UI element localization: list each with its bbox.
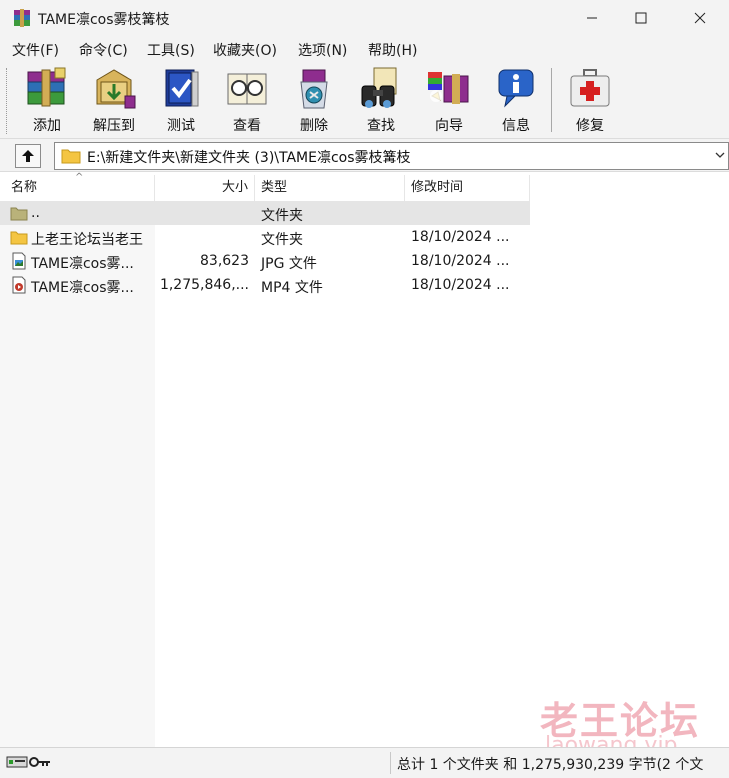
view-icon [227,73,267,105]
minimize-button[interactable] [569,0,615,36]
repair-label: 修复 [576,118,604,134]
column-header-modified[interactable]: 修改时间 [405,175,530,201]
file-type: MP4 文件 [261,280,323,296]
find-icon [361,67,397,108]
close-button[interactable] [677,0,723,36]
toolbar: 添加 解压到 测试 查看 删除 查找 向导 信息 修复 [0,62,729,139]
info-icon [498,69,534,108]
folder-icon [61,149,81,164]
find-button[interactable]: 查找 [349,66,413,136]
file-type: 文件夹 [261,208,303,224]
delete-button[interactable]: 删除 [282,66,346,136]
file-list: ^ 名称 大小 类型 修改时间 .. 文件夹 上老王论坛当老王 文件夹 18/1… [0,172,729,747]
path-text: E:\新建文件夹\新建文件夹 (3)\TAME凛cos雾枝篝枝 [87,150,411,166]
wizard-label: 向导 [435,118,463,134]
toolbar-grip[interactable] [6,68,10,134]
column-header-size[interactable]: 大小 [155,175,255,201]
image-file-icon [12,252,26,270]
column-header-type[interactable]: 类型 [255,175,405,201]
column-type-label: 类型 [261,180,288,195]
column-modified-label: 修改时间 [411,180,464,195]
video-file-icon [12,276,26,294]
toolbar-separator [551,68,552,132]
file-row-parent[interactable]: .. 文件夹 [0,201,530,225]
file-size: 1,275,846,... [159,277,249,293]
file-type: 文件夹 [261,232,303,248]
file-modified: 18/10/2024 ... [411,229,510,245]
status-summary: 总计 1 个文件夹 和 1,275,930,239 字节(2 个文 [397,757,704,773]
column-size-label: 大小 [221,180,248,195]
status-separator [390,752,391,774]
status-bar: 总计 1 个文件夹 和 1,275,930,239 字节(2 个文 [0,747,729,778]
file-name: .. [31,205,40,221]
info-label: 信息 [502,118,530,134]
close-icon [694,12,706,24]
add-archive-icon [27,67,66,107]
menu-bar: 文件(F) 命令(C) 工具(S) 收藏夹(O) 选项(N) 帮助(H) [0,36,729,63]
file-modified: 18/10/2024 ... [411,253,510,269]
maximize-button[interactable] [618,0,664,36]
file-size: 83,623 [200,253,249,269]
view-button[interactable]: 查看 [215,66,279,136]
menu-commands[interactable]: 命令(C) [79,40,128,60]
address-bar: E:\新建文件夹\新建文件夹 (3)\TAME凛cos雾枝篝枝 [0,139,729,172]
menu-file[interactable]: 文件(F) [12,40,59,60]
folder-icon [10,231,28,245]
extract-icon [96,69,136,109]
test-label: 测试 [167,118,195,134]
menu-favorites[interactable]: 收藏夹(O) [213,40,277,60]
path-combobox[interactable]: E:\新建文件夹\新建文件夹 (3)\TAME凛cos雾枝篝枝 [54,142,729,170]
test-button[interactable]: 测试 [149,66,213,136]
wizard-icon [428,72,469,104]
extract-to-label: 解压到 [93,118,135,134]
view-label: 查看 [233,118,261,134]
file-type: JPG 文件 [261,256,317,272]
column-name-label: 名称 [11,180,38,195]
delete-icon [300,69,328,109]
file-name: 上老王论坛当老王 [31,232,143,248]
drive-key-icon [6,756,50,768]
sort-ascending-icon: ^ [75,172,84,183]
extract-to-button[interactable]: 解压到 [82,66,146,136]
repair-button[interactable]: 修复 [558,66,622,136]
file-name: TAME凛cos雾... [31,256,134,272]
up-arrow-icon [22,150,34,162]
menu-options[interactable]: 选项(N) [298,40,347,60]
find-label: 查找 [367,118,395,134]
test-icon [165,69,199,107]
title-bar: TAME凛cos雾枝篝枝 [0,0,729,36]
column-header-name[interactable]: ^ 名称 [0,172,155,201]
file-row-folder[interactable]: 上老王论坛当老王 文件夹 18/10/2024 ... [0,225,530,249]
delete-label: 删除 [300,118,328,134]
maximize-icon [635,12,647,24]
menu-help[interactable]: 帮助(H) [368,40,417,60]
repair-icon [570,69,610,107]
wizard-button[interactable]: 向导 [417,66,481,136]
up-one-level-button[interactable] [15,144,41,168]
minimize-icon [587,17,597,19]
file-name: TAME凛cos雾... [31,280,134,296]
window-title: TAME凛cos雾枝篝枝 [38,12,170,28]
menu-tools[interactable]: 工具(S) [147,40,195,60]
add-button[interactable]: 添加 [15,66,79,136]
winrar-app-icon [14,9,30,27]
file-modified: 18/10/2024 ... [411,277,510,293]
chevron-down-icon[interactable] [714,149,726,161]
add-label: 添加 [33,118,61,134]
file-row-mp4[interactable]: TAME凛cos雾... 1,275,846,... MP4 文件 18/10/… [0,273,530,297]
info-button[interactable]: 信息 [484,66,548,136]
parent-folder-icon [10,207,28,221]
file-row-jpg[interactable]: TAME凛cos雾... 83,623 JPG 文件 18/10/2024 ..… [0,249,530,273]
